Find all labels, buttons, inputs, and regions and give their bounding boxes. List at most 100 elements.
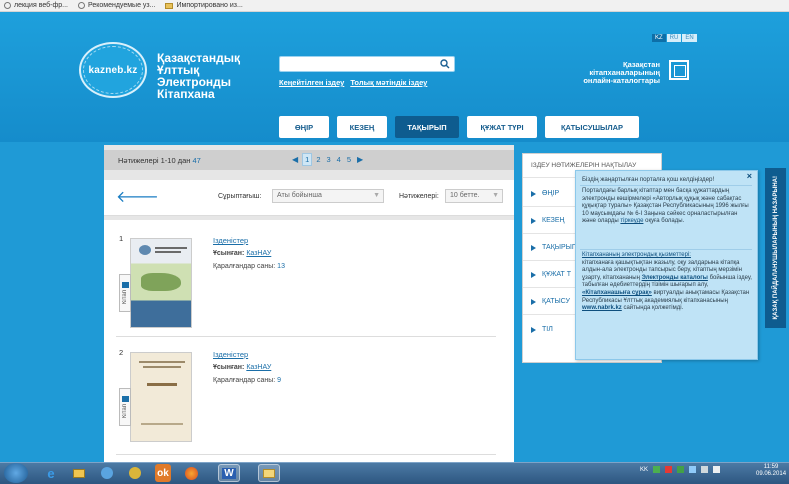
triangle-right-icon xyxy=(531,217,536,224)
input-language[interactable]: KK xyxy=(640,467,648,473)
chevron-down-icon: ▼ xyxy=(492,192,499,199)
app-icon[interactable] xyxy=(124,464,146,482)
list-item: 2 Кітап Ізденістер Ұсынған: КазНАУ Қарал… xyxy=(116,348,504,448)
lang-kz[interactable]: KZ xyxy=(652,34,666,42)
tray-app-icon[interactable] xyxy=(653,466,661,473)
bookmark-item[interactable]: Рекомендуемые уз... xyxy=(77,2,156,9)
result-divider xyxy=(116,336,496,337)
tab-topic[interactable]: ТАҚЫРЫП xyxy=(395,116,459,138)
page-link[interactable]: 4 xyxy=(335,154,343,165)
explorer-icon[interactable] xyxy=(68,464,90,482)
bookmark-label: Импортировано из... xyxy=(176,2,243,9)
tab-participants[interactable]: ҚАТЫСУШЫЛАР xyxy=(545,116,639,138)
sort-select[interactable]: Аты бойынша ▼ xyxy=(272,189,384,203)
nabrk-link[interactable]: www.nabrk.kz xyxy=(582,305,622,311)
result-title-link[interactable]: Ізденістер xyxy=(213,350,248,359)
provided-by: Ұсынған: КазНАУ xyxy=(213,250,271,257)
search-icon[interactable] xyxy=(440,59,450,69)
odnoklassniki-icon[interactable]: ok xyxy=(155,464,171,482)
ie-icon[interactable]: e xyxy=(40,464,62,482)
result-title-link[interactable]: Ізденістер xyxy=(213,236,248,245)
tab-region[interactable]: ӨҢІР xyxy=(279,116,329,138)
facet-label: ӨҢІР xyxy=(542,190,560,197)
page-link[interactable]: 5 xyxy=(345,154,353,165)
result-number: 1 xyxy=(119,234,124,243)
book-type-tag: Кітап xyxy=(119,388,131,426)
provider-link[interactable]: КазНАУ xyxy=(246,364,271,371)
network-icon[interactable] xyxy=(701,466,709,473)
triangle-right-icon xyxy=(531,271,536,278)
chrome-icon xyxy=(77,2,85,9)
site-title[interactable]: Қазақстандық Ұлттық Электронды Кітапхана xyxy=(157,52,267,100)
tab-doc-type[interactable]: ҚҰЖАТ ТҮРІ xyxy=(467,116,537,138)
per-page-select[interactable]: 10 бетте. ▼ xyxy=(445,189,503,203)
triangle-right-icon xyxy=(531,244,536,251)
word-icon[interactable]: W xyxy=(218,464,240,482)
clock[interactable]: 11:59 09.06.2014 xyxy=(756,464,786,478)
facet-region[interactable]: ӨҢІР xyxy=(531,190,559,197)
facet-header: ІЗДЕУ НӘТИЖЕЛЕРІН НАҚТЫЛАУ xyxy=(531,162,637,169)
logo-ring xyxy=(83,46,143,94)
book-cover-image[interactable] xyxy=(130,352,192,442)
page-link[interactable]: 3 xyxy=(325,154,333,165)
prev-page-icon[interactable]: ◀ xyxy=(290,154,300,165)
register-link[interactable]: тіркеуде xyxy=(620,218,643,224)
media-player-icon[interactable] xyxy=(96,464,118,482)
advanced-search-link[interactable]: Кеңейтілген іздеу xyxy=(279,78,344,87)
triangle-right-icon xyxy=(531,298,536,305)
provided-label: Ұсынған: xyxy=(213,364,245,371)
close-icon[interactable]: × xyxy=(747,172,752,181)
clock-time: 11:59 xyxy=(763,464,779,470)
folder-taskbar-icon[interactable] xyxy=(258,464,280,482)
popup-services-text: Кітапхананың электрондық қызметтері: кіт… xyxy=(582,252,752,313)
views-value: 13 xyxy=(277,263,285,270)
bookmarks-bar: лекция веб-фр... Рекомендуемые уз... Имп… xyxy=(0,0,789,12)
facet-doc-type[interactable]: ҚҰЖАТ Т xyxy=(531,271,571,278)
views-count: Қаралғандар саны: 13 xyxy=(213,263,285,270)
services-heading[interactable]: Кітапхананың электрондық қызметтері: xyxy=(582,252,691,258)
firefox-icon[interactable] xyxy=(180,464,202,482)
ecatalog-link[interactable]: Электронды каталогы xyxy=(642,275,708,281)
ask-librarian-link[interactable]: «Кітапханашыға сұрақ» xyxy=(582,290,652,296)
back-arrow-icon[interactable]: 🡐 xyxy=(116,190,159,206)
search-input[interactable] xyxy=(279,56,455,72)
fulltext-search-link[interactable]: Толық мәтіндік іздеу xyxy=(350,78,427,87)
bookmark-item[interactable]: Импортировано из... xyxy=(165,2,243,9)
lang-en[interactable]: EN xyxy=(682,34,697,42)
next-page-icon[interactable]: ▶ xyxy=(355,154,365,165)
notice-tab-label: ҚАЗАҚ ПАЙДАЛАНУШЫЛАРЫНЫҢ НАЗАРЫНА! xyxy=(772,176,779,320)
facet-label: ҚАТЫСУ xyxy=(542,298,570,305)
facet-language[interactable]: ТІЛ xyxy=(531,326,553,333)
bookmark-item[interactable]: лекция веб-фр... xyxy=(4,2,68,9)
facet-topic[interactable]: ТАҚЫРЫП xyxy=(531,244,577,251)
triangle-right-icon xyxy=(531,190,536,197)
tray-antivirus-icon[interactable] xyxy=(665,466,673,473)
facet-participants[interactable]: ҚАТЫСУ xyxy=(531,298,570,305)
catalogs-link[interactable]: Қазақстан кітапханаларының онлайн-катало… xyxy=(560,61,660,85)
tray-update-icon[interactable] xyxy=(677,466,685,473)
tab-period[interactable]: КЕЗЕҢ xyxy=(337,116,387,138)
system-tray: KK xyxy=(640,466,721,473)
tray-flag-icon[interactable] xyxy=(689,466,697,473)
bookmark-label: Рекомендуемые уз... xyxy=(87,2,156,9)
book-type-label: Кітап xyxy=(122,403,128,419)
provided-by: Ұсынған: КазНАУ xyxy=(213,364,271,371)
start-button[interactable] xyxy=(4,463,28,483)
list-item: 1 Кітап Ізденістер Ұсынған: КазНАУ Қарал… xyxy=(116,234,504,334)
volume-icon[interactable] xyxy=(713,466,721,473)
lang-ru[interactable]: RU xyxy=(666,34,682,42)
book-cover-image[interactable] xyxy=(130,238,192,328)
language-switcher: KZ RU EN xyxy=(652,34,697,42)
page-link-current[interactable]: 1 xyxy=(302,153,313,166)
provider-link[interactable]: КазНАУ xyxy=(246,250,271,257)
facet-period[interactable]: КЕЗЕҢ xyxy=(531,217,565,224)
views-label: Қаралғандар саны: xyxy=(213,377,276,384)
results-list: 1 Кітап Ізденістер Ұсынған: КазНАУ Қарал… xyxy=(104,220,514,470)
clock-date: 09.06.2014 xyxy=(756,471,787,477)
page-link[interactable]: 2 xyxy=(314,154,322,165)
kazakh-users-notice-tab[interactable]: ҚАЗАҚ ПАЙДАЛАНУШЫЛАРЫНЫҢ НАЗАРЫНА! xyxy=(765,168,786,328)
results-summary-prefix: Нәтижелері 1-10 дан xyxy=(118,155,193,165)
catalog-icon[interactable] xyxy=(669,60,689,80)
popup-divider xyxy=(580,249,752,250)
popup-copyright-text: Порталдағы барлық кітаптар мен басқа құж… xyxy=(582,188,752,226)
